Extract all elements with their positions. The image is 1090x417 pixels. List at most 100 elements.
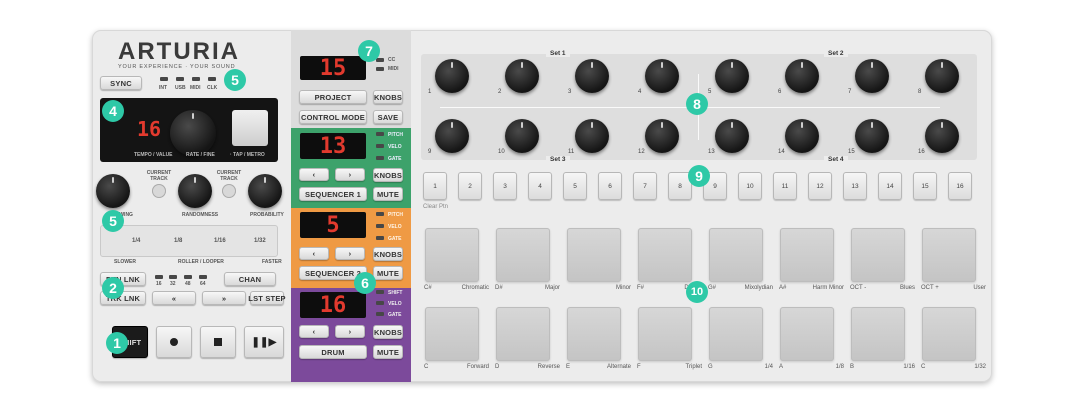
rate-fine-knob[interactable] bbox=[170, 110, 216, 156]
drum-pad-10[interactable] bbox=[496, 307, 550, 361]
step-button-12[interactable]: 12 bbox=[808, 172, 832, 200]
drum-pad-15[interactable] bbox=[851, 307, 905, 361]
control-mode-button[interactable]: CONTROL MODE bbox=[299, 110, 367, 124]
knobs-button-project[interactable]: KNOBS bbox=[373, 90, 403, 104]
seq2-velo-label: VELO bbox=[388, 224, 402, 230]
encoder-knob-9[interactable] bbox=[435, 119, 469, 153]
encoder-knob-5[interactable] bbox=[715, 59, 749, 93]
knobs-button-seq2[interactable]: KNOBS bbox=[373, 247, 403, 261]
seq2-left-button[interactable]: ‹ bbox=[299, 247, 329, 260]
encoder-knob-14[interactable] bbox=[785, 119, 819, 153]
step-button-5[interactable]: 5 bbox=[563, 172, 587, 200]
pad-function-label: Harm Minor bbox=[812, 285, 844, 291]
encoder-knob-3[interactable] bbox=[575, 59, 609, 93]
encoder-knob-1[interactable] bbox=[435, 59, 469, 93]
save-button[interactable]: SAVE bbox=[373, 110, 403, 124]
drum-velo-label: VELO bbox=[388, 301, 402, 307]
drum-pad-13[interactable] bbox=[709, 307, 763, 361]
drum-left-button[interactable]: ‹ bbox=[299, 325, 329, 338]
lst-step-button[interactable]: LST STEP bbox=[248, 291, 286, 305]
encoder-knob-2[interactable] bbox=[505, 59, 539, 93]
drum-pad-1[interactable] bbox=[425, 228, 479, 282]
current-track-button-2[interactable] bbox=[222, 184, 236, 198]
swing-knob[interactable] bbox=[96, 174, 130, 208]
step-button-15[interactable]: 15 bbox=[913, 172, 937, 200]
current-track-button-1[interactable] bbox=[152, 184, 166, 198]
pad-note-label: F# bbox=[637, 285, 645, 291]
drum-pad-3[interactable] bbox=[567, 228, 621, 282]
encoder-knob-7[interactable] bbox=[855, 59, 889, 93]
step-button-14[interactable]: 14 bbox=[878, 172, 902, 200]
sequencer1-button[interactable]: SEQUENCER 1 bbox=[299, 187, 367, 201]
drum-pad-2[interactable] bbox=[496, 228, 550, 282]
drum-pad-16[interactable] bbox=[922, 307, 976, 361]
tempo-display: 16 bbox=[128, 116, 170, 142]
step-button-10[interactable]: 10 bbox=[738, 172, 762, 200]
mute-button-drum[interactable]: MUTE bbox=[373, 345, 403, 359]
pad-function-label: Blues bbox=[899, 285, 915, 291]
drum-pad-14[interactable] bbox=[780, 307, 834, 361]
seq1-gate-label: GATE bbox=[388, 156, 402, 162]
drum-pad-7[interactable] bbox=[851, 228, 905, 282]
midi-led bbox=[376, 67, 384, 71]
mute-button-seq2[interactable]: MUTE bbox=[373, 266, 403, 280]
led-int-label: INT bbox=[159, 85, 168, 91]
roller-value-1-32: 1/32 bbox=[254, 238, 266, 244]
drum-pad-4[interactable] bbox=[638, 228, 692, 282]
encoder-knob-6[interactable] bbox=[785, 59, 819, 93]
encoder-number-15: 15 bbox=[848, 149, 855, 155]
encoder-knob-12[interactable] bbox=[645, 119, 679, 153]
encoder-knob-16[interactable] bbox=[925, 119, 959, 153]
step-button-16[interactable]: 16 bbox=[948, 172, 972, 200]
seq1-pitch-led bbox=[376, 132, 384, 136]
led-midi-label: MIDI bbox=[190, 85, 201, 91]
seq1-left-button[interactable]: ‹ bbox=[299, 168, 329, 181]
prev-button[interactable]: « bbox=[152, 291, 196, 305]
randomness-knob[interactable] bbox=[178, 174, 212, 208]
step-button-7[interactable]: 7 bbox=[633, 172, 657, 200]
drum-button[interactable]: DRUM bbox=[299, 345, 367, 359]
drum-pad-9[interactable] bbox=[425, 307, 479, 361]
seq2-gate-led bbox=[376, 236, 384, 240]
encoder-number-12: 12 bbox=[638, 149, 645, 155]
seq2-velo-led bbox=[376, 224, 384, 228]
seq2-gate-label: GATE bbox=[388, 236, 402, 242]
project-button[interactable]: PROJECT bbox=[299, 90, 367, 104]
stop-button[interactable] bbox=[200, 326, 236, 358]
step-button-1[interactable]: 1 bbox=[423, 172, 447, 200]
drum-pad-8[interactable] bbox=[922, 228, 976, 282]
encoder-knob-11[interactable] bbox=[575, 119, 609, 153]
play-pause-button[interactable]: ❚❚▶ bbox=[244, 326, 284, 358]
encoder-knob-4[interactable] bbox=[645, 59, 679, 93]
encoder-number-1: 1 bbox=[428, 89, 432, 95]
sync-button[interactable]: SYNC bbox=[100, 76, 142, 90]
step-button-13[interactable]: 13 bbox=[843, 172, 867, 200]
drum-pad-5[interactable] bbox=[709, 228, 763, 282]
knobs-button-drum[interactable]: KNOBS bbox=[373, 325, 403, 339]
step-button-6[interactable]: 6 bbox=[598, 172, 622, 200]
knobs-button-seq1[interactable]: KNOBS bbox=[373, 168, 403, 182]
step-button-2[interactable]: 2 bbox=[458, 172, 482, 200]
tap-metro-button[interactable] bbox=[232, 110, 268, 146]
probability-knob[interactable] bbox=[248, 174, 282, 208]
roller-value-1-4: 1/4 bbox=[132, 238, 141, 244]
drum-pad-6[interactable] bbox=[780, 228, 834, 282]
mute-button-seq1[interactable]: MUTE bbox=[373, 187, 403, 201]
encoder-knob-15[interactable] bbox=[855, 119, 889, 153]
drum-right-button[interactable]: › bbox=[335, 325, 365, 338]
seq2-right-button[interactable]: › bbox=[335, 247, 365, 260]
chan-button[interactable]: CHAN bbox=[224, 272, 276, 286]
pad-note-label: B bbox=[850, 364, 855, 370]
drum-pad-12[interactable] bbox=[638, 307, 692, 361]
drum-pad-11[interactable] bbox=[567, 307, 621, 361]
next-button[interactable]: » bbox=[202, 291, 246, 305]
step-button-3[interactable]: 3 bbox=[493, 172, 517, 200]
encoder-knob-13[interactable] bbox=[715, 119, 749, 153]
step-button-4[interactable]: 4 bbox=[528, 172, 552, 200]
encoder-knob-10[interactable] bbox=[505, 119, 539, 153]
seq1-right-button[interactable]: › bbox=[335, 168, 365, 181]
step-button-11[interactable]: 11 bbox=[773, 172, 797, 200]
record-button[interactable] bbox=[156, 326, 192, 358]
encoder-knob-8[interactable] bbox=[925, 59, 959, 93]
roller-looper-strip[interactable] bbox=[100, 225, 278, 257]
